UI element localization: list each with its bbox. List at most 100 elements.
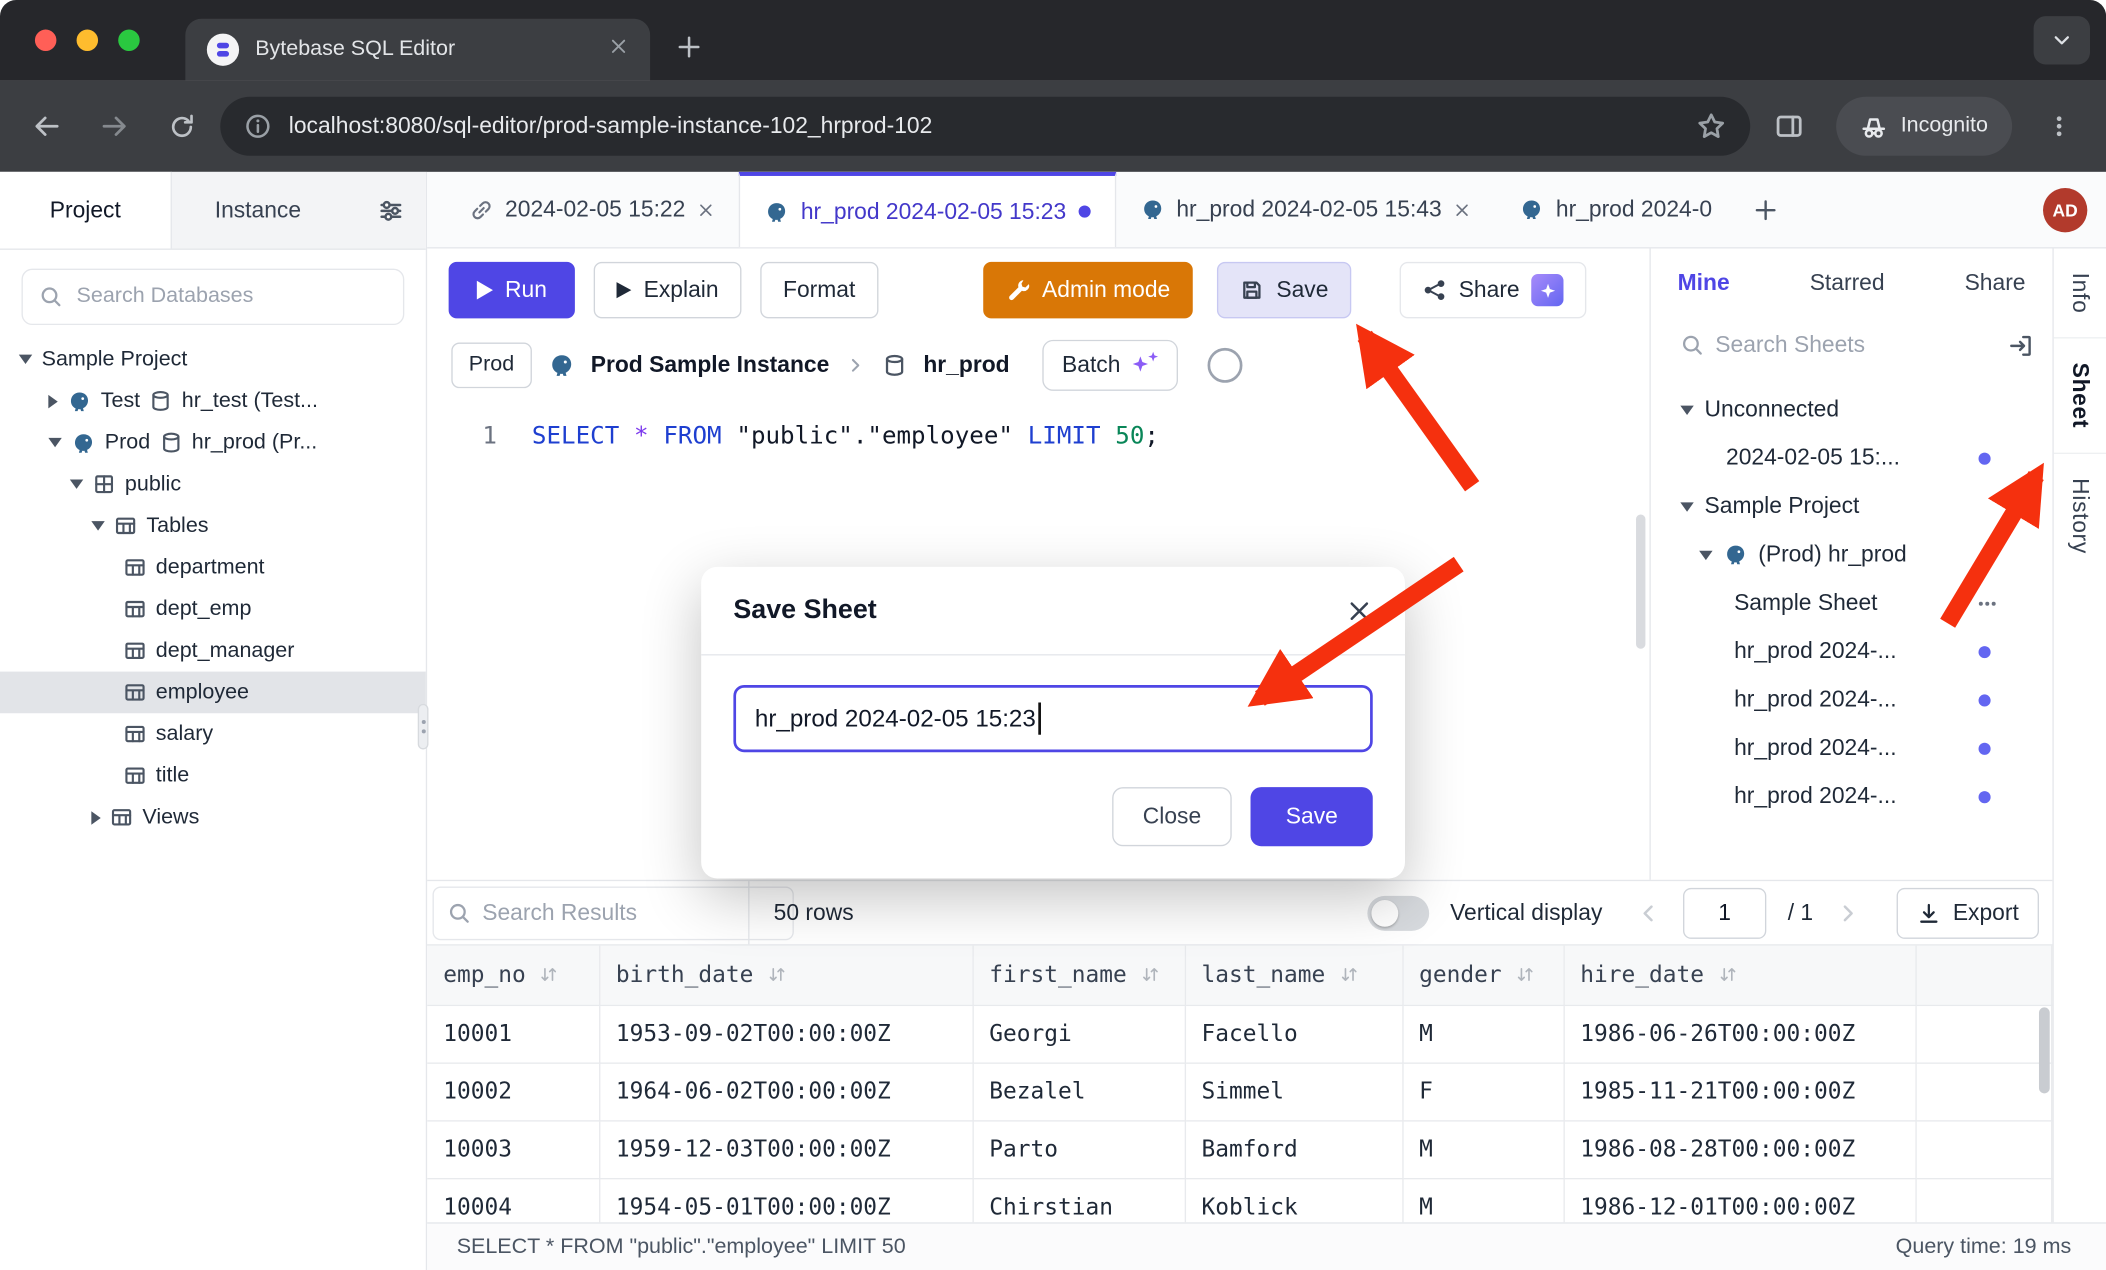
column-header[interactable]: hire_date: [1563, 946, 1915, 1005]
close-tab-icon[interactable]: [608, 36, 628, 63]
tab-shared[interactable]: Share: [1965, 270, 2026, 297]
database-search[interactable]: [21, 269, 404, 325]
sheet-item[interactable]: hr_prod 2024-...: [1651, 772, 2053, 820]
sheet-menu-icon[interactable]: [1976, 592, 1999, 615]
tree-item-tables-group[interactable]: Tables: [0, 505, 426, 547]
tab-mine[interactable]: Mine: [1678, 270, 1730, 297]
tree-item-table-dept-emp[interactable]: dept_emp: [0, 588, 426, 630]
close-dialog-icon[interactable]: [1346, 597, 1373, 624]
column-header[interactable]: first_name: [972, 946, 1184, 1005]
sort-icon[interactable]: [539, 965, 559, 985]
sort-icon[interactable]: [1515, 965, 1535, 985]
tree-item-schema-public[interactable]: public: [0, 463, 426, 505]
sheet-item[interactable]: hr_prod 2024-...: [1651, 724, 2053, 772]
import-sheet-icon[interactable]: [2008, 332, 2034, 358]
sheet-tab-2-active[interactable]: hr_prod 2024-02-05 15:23: [739, 172, 1116, 247]
tree-item-table-salary[interactable]: salary: [0, 713, 426, 755]
add-sheet-button[interactable]: [1744, 188, 1787, 231]
rail-tab-sheet[interactable]: Sheet: [2067, 363, 2094, 429]
table-scrollbar[interactable]: [2039, 1007, 2050, 1093]
tree-item-prod-instance[interactable]: Prod hr_prod (Pr...: [0, 422, 426, 464]
site-info-icon[interactable]: [244, 113, 271, 140]
column-header[interactable]: birth_date: [599, 946, 972, 1005]
tree-item-table-dept-manager[interactable]: dept_manager: [0, 630, 426, 672]
tab-search-chevron-button[interactable]: [2034, 16, 2090, 64]
chevron-right-icon[interactable]: [48, 394, 57, 407]
environment-chip[interactable]: Prod: [451, 343, 531, 389]
reload-button[interactable]: [153, 98, 209, 154]
vertical-display-toggle[interactable]: [1367, 895, 1429, 930]
sidebar-resize-handle[interactable]: [418, 704, 429, 750]
bookmark-star-icon[interactable]: [1697, 111, 1727, 141]
sheet-tab-3[interactable]: hr_prod 2024-02-05 15:43: [1116, 172, 1496, 247]
browser-tab[interactable]: Bytebase SQL Editor: [185, 19, 650, 81]
editor-scrollbar[interactable]: [1636, 514, 1645, 648]
tab-project[interactable]: Project: [0, 172, 172, 249]
rail-tab-history[interactable]: History: [2067, 478, 2094, 554]
run-button[interactable]: Run: [449, 262, 576, 318]
tab-starred[interactable]: Starred: [1810, 270, 1885, 297]
share-button[interactable]: Share: [1400, 262, 1587, 318]
tree-item-table-department[interactable]: department: [0, 547, 426, 589]
new-tab-button[interactable]: [666, 24, 712, 70]
zoom-window-button[interactable]: [118, 30, 139, 51]
admin-mode-button[interactable]: Admin mode: [983, 262, 1193, 318]
close-window-button[interactable]: [35, 30, 56, 51]
tree-item-test-instance[interactable]: Test hr_test (Test...: [0, 380, 426, 422]
user-avatar[interactable]: AD: [2043, 187, 2087, 231]
column-header[interactable]: emp_no: [427, 946, 599, 1005]
sort-icon[interactable]: [1140, 965, 1160, 985]
page-number-input[interactable]: [1683, 887, 1766, 938]
tab-instance[interactable]: Instance: [172, 172, 344, 249]
tree-item-table-title[interactable]: title: [0, 755, 426, 797]
column-header[interactable]: last_name: [1185, 946, 1403, 1005]
sheet-group-unconnected[interactable]: Unconnected: [1651, 385, 2053, 433]
chevron-down-icon[interactable]: [1699, 550, 1712, 559]
instance-name[interactable]: Prod Sample Instance: [591, 352, 830, 379]
rail-tab-info[interactable]: Info: [2067, 273, 2094, 314]
results-search-input[interactable]: [482, 899, 779, 926]
chevron-down-icon[interactable]: [91, 521, 104, 530]
tree-item-views-group[interactable]: Views: [0, 797, 426, 839]
chevron-down-icon[interactable]: [70, 480, 83, 489]
sheet-tab-1[interactable]: 2024-02-05 15:22: [446, 172, 739, 247]
close-sheet-icon[interactable]: [1454, 201, 1471, 218]
sort-icon[interactable]: [1339, 965, 1359, 985]
chevron-down-icon[interactable]: [19, 355, 32, 364]
sort-icon[interactable]: [1717, 965, 1737, 985]
batch-button[interactable]: Batch: [1042, 340, 1178, 391]
prev-page-icon[interactable]: [1635, 899, 1662, 926]
chevron-down-icon[interactable]: [1680, 405, 1693, 414]
sheet-group-sample-project[interactable]: Sample Project: [1651, 482, 2053, 530]
chevron-down-icon[interactable]: [1680, 502, 1693, 511]
sheet-search-input[interactable]: [1715, 332, 1984, 359]
sheet-tab-4[interactable]: hr_prod 2024-0: [1495, 172, 1736, 247]
sheet-item[interactable]: 2024-02-05 15:...: [1651, 434, 2053, 482]
sheet-name-input[interactable]: hr_prod 2024-02-05 15:23: [733, 685, 1372, 752]
database-name[interactable]: hr_prod: [923, 352, 1009, 379]
close-sheet-icon[interactable]: [697, 201, 714, 218]
database-search-input[interactable]: [77, 285, 387, 309]
save-button[interactable]: Save: [1217, 262, 1351, 318]
column-header[interactable]: gender: [1402, 946, 1563, 1005]
sheet-item[interactable]: hr_prod 2024-...: [1651, 627, 2053, 675]
chevron-down-icon[interactable]: [48, 438, 61, 447]
side-panel-icon[interactable]: [1761, 98, 1817, 154]
browser-menu-icon[interactable]: [2031, 98, 2087, 154]
next-page-icon[interactable]: [1835, 899, 1862, 926]
sort-icon[interactable]: [767, 965, 787, 985]
chevron-right-icon[interactable]: [91, 811, 100, 824]
close-button[interactable]: Close: [1112, 787, 1232, 846]
explain-button[interactable]: Explain: [594, 262, 741, 318]
status-ring-icon[interactable]: [1208, 348, 1243, 383]
sheet-item[interactable]: hr_prod 2024-...: [1651, 676, 2053, 724]
sheet-item-sample-sheet[interactable]: Sample Sheet: [1651, 579, 2053, 627]
address-bar[interactable]: localhost:8080/sql-editor/prod-sample-in…: [220, 97, 1750, 156]
forward-button[interactable]: [86, 98, 142, 154]
minimize-window-button[interactable]: [77, 30, 98, 51]
sidebar-filter-icon[interactable]: [377, 172, 425, 249]
save-sheet-button[interactable]: Save: [1251, 787, 1373, 846]
sheet-database-node[interactable]: (Prod) hr_prod: [1651, 531, 2053, 579]
back-button[interactable]: [19, 98, 75, 154]
tree-item-sample-project[interactable]: Sample Project: [0, 338, 426, 380]
